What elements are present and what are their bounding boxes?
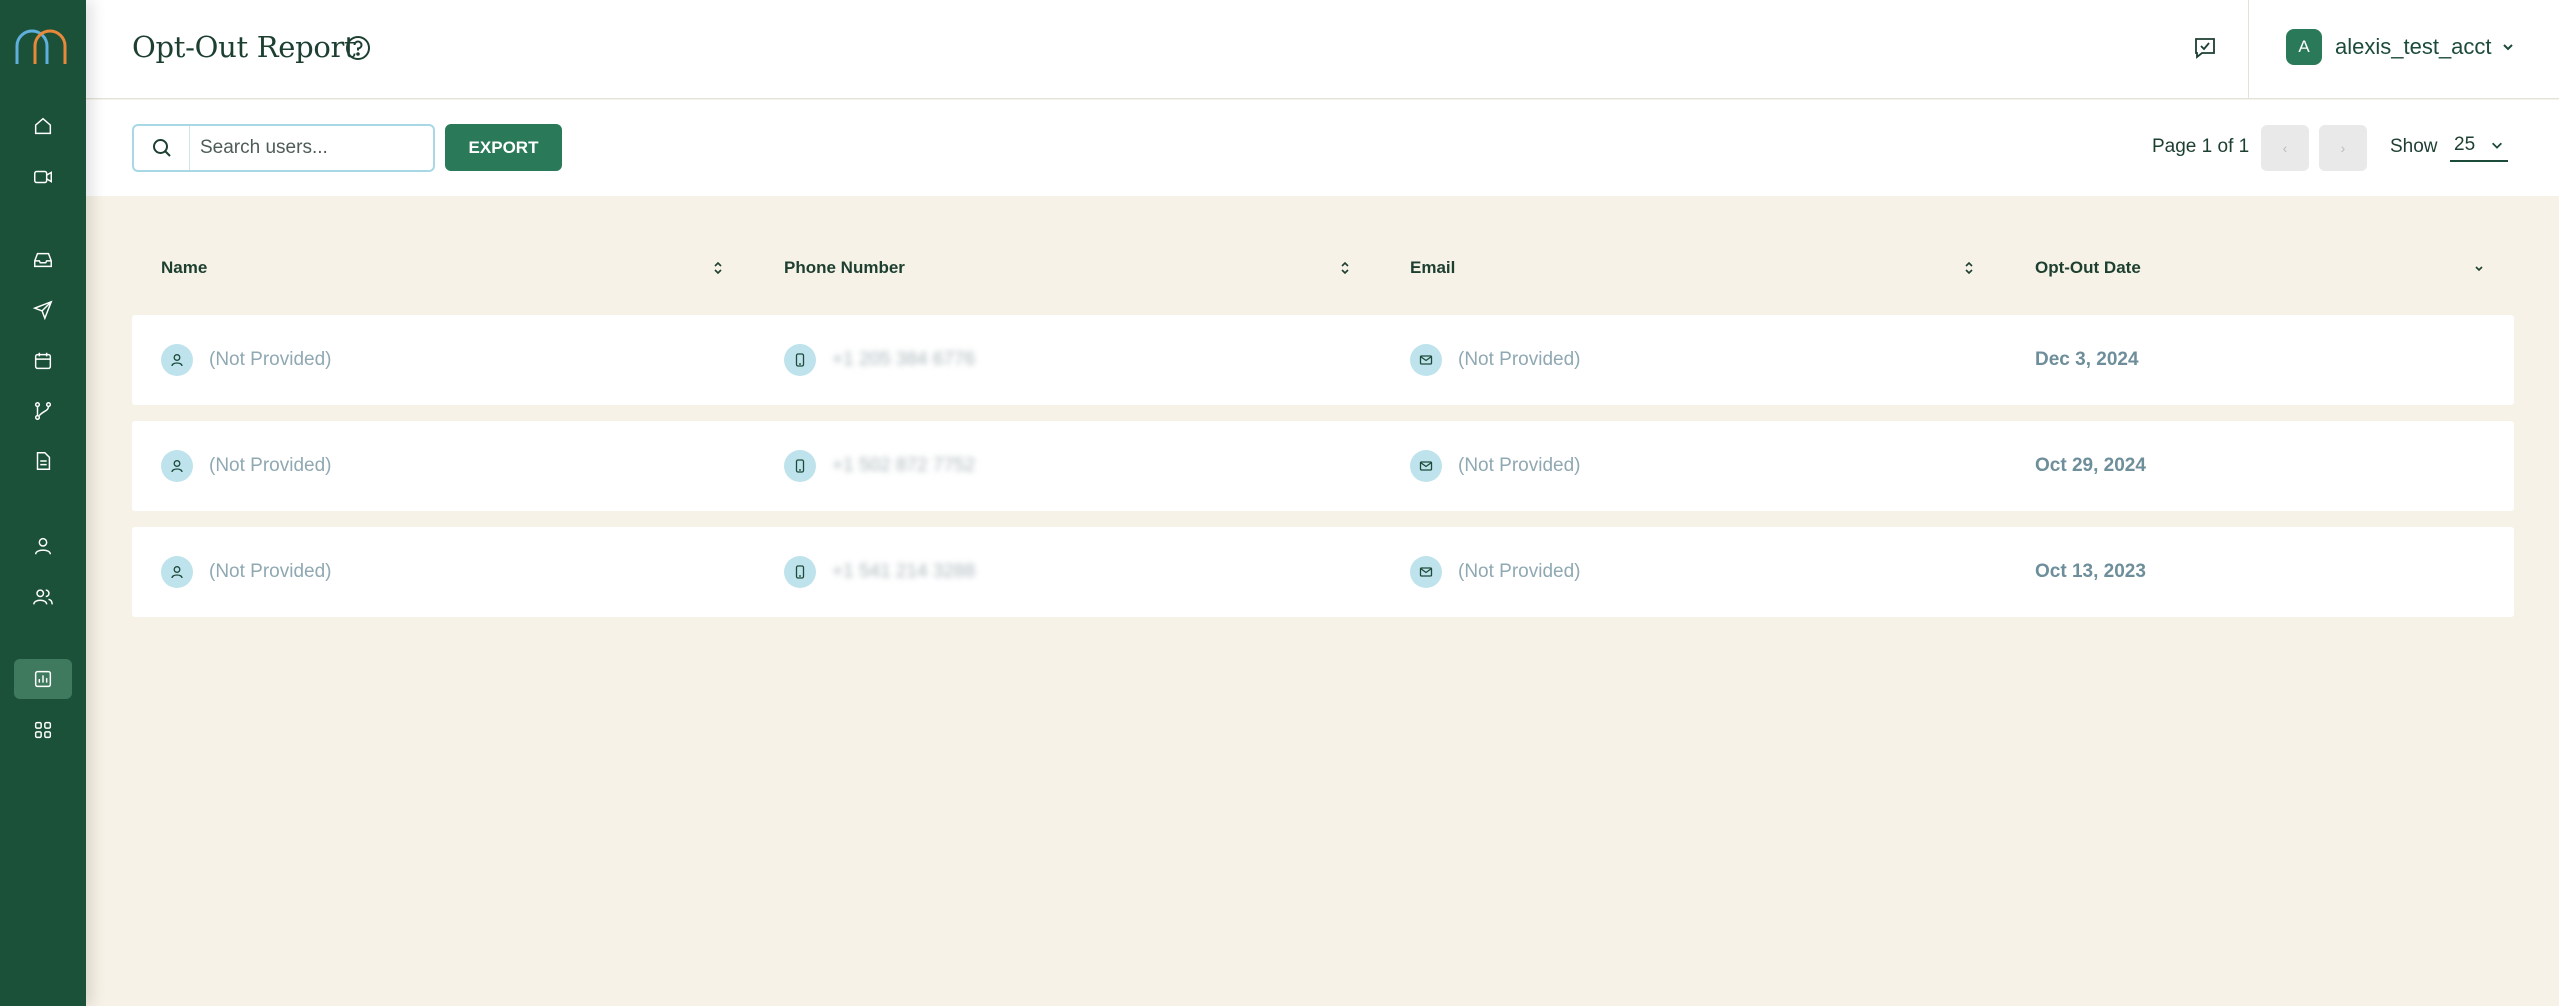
workflow-icon (34, 402, 52, 420)
column-header-opt-out-date[interactable]: Opt-Out Date (2035, 240, 2141, 296)
column-header-name[interactable]: Name (161, 240, 207, 296)
sidebar-item-workflow[interactable] (14, 391, 72, 431)
send-icon (32, 300, 53, 321)
email-cell: (Not Provided) (1410, 421, 1581, 511)
page-size-select[interactable]: 25 (2450, 130, 2508, 162)
header: Opt-Out Report A alexis_test_acct (86, 0, 2559, 99)
name-value: (Not Provided) (209, 455, 332, 476)
account-name: alexis_test_acct (2335, 34, 2492, 59)
chart-icon (34, 670, 52, 688)
sidebar-item-send[interactable] (14, 290, 72, 330)
phone-value: +1 502 872 7752 (832, 455, 976, 476)
avatar: A (2286, 29, 2322, 65)
video-icon (34, 170, 52, 184)
page-size-value: 25 (2454, 134, 2476, 155)
sidebar-item-apps[interactable] (14, 710, 72, 750)
header-divider (2248, 0, 2249, 99)
email-icon (1410, 344, 1442, 376)
table-row[interactable]: (Not Provided) +1 541 214 3288 (Not Prov… (132, 527, 2514, 617)
home-icon (34, 117, 52, 135)
next-page-button[interactable]: › (2319, 125, 2367, 171)
toolbar: EXPORT Page 1 of 1 ‹ › Show 25 (86, 100, 2559, 196)
phone-cell: +1 205 384 6776 (784, 315, 975, 405)
email-value: (Not Provided) (1458, 349, 1581, 370)
sidebar-item-home[interactable] (14, 106, 72, 146)
page-title: Opt-Out Report (132, 30, 356, 64)
user-icon (34, 537, 52, 555)
sidebar (0, 0, 86, 1006)
chevron-down-icon (2492, 142, 2502, 149)
date-value: Oct 13, 2023 (2035, 561, 2146, 582)
page-info: Page 1 of 1 (2152, 136, 2250, 157)
feedback-icon[interactable] (2192, 35, 2218, 61)
phone-value: +1 541 214 3288 (832, 561, 976, 582)
chevron-down-icon (2502, 44, 2513, 51)
calendar-icon (34, 352, 52, 370)
phone-cell: +1 502 872 7752 (784, 421, 975, 511)
column-header-email[interactable]: Email (1410, 240, 1455, 296)
users-icon (33, 589, 53, 605)
search-icon[interactable] (134, 126, 190, 170)
user-icon (161, 556, 193, 588)
document-icon (36, 452, 51, 470)
name-cell: (Not Provided) (161, 315, 332, 405)
table-row[interactable]: (Not Provided) +1 205 384 6776 (Not Prov… (132, 315, 2514, 405)
search-input[interactable] (190, 137, 430, 159)
user-icon (161, 344, 193, 376)
sidebar-item-reports[interactable] (14, 659, 72, 699)
sidebar-item-calendar[interactable] (14, 341, 72, 381)
inbox-icon (34, 252, 52, 268)
user-icon (161, 450, 193, 482)
date-cell: Dec 3, 2024 (2035, 315, 2139, 405)
phone-icon (784, 450, 816, 482)
name-cell: (Not Provided) (161, 421, 332, 511)
sidebar-item-user[interactable] (14, 526, 72, 566)
sort-icon[interactable] (1962, 260, 1976, 276)
sidebar-item-document[interactable] (14, 441, 72, 481)
phone-cell: +1 541 214 3288 (784, 527, 975, 617)
email-value: (Not Provided) (1458, 561, 1581, 582)
sort-icon[interactable] (1338, 260, 1352, 276)
date-cell: Oct 13, 2023 (2035, 527, 2146, 617)
show-label: Show (2390, 136, 2438, 157)
export-button[interactable]: EXPORT (445, 124, 562, 171)
prev-page-button[interactable]: ‹ (2261, 125, 2309, 171)
date-cell: Oct 29, 2024 (2035, 421, 2146, 511)
sidebar-item-inbox[interactable] (14, 240, 72, 280)
sort-desc-icon[interactable] (2472, 260, 2486, 276)
date-value: Oct 29, 2024 (2035, 455, 2146, 476)
account-menu[interactable]: A alexis_test_acct (2286, 27, 2516, 67)
email-icon (1410, 556, 1442, 588)
email-cell: (Not Provided) (1410, 527, 1581, 617)
email-value: (Not Provided) (1458, 455, 1581, 476)
sidebar-item-video[interactable] (14, 157, 72, 197)
table-header: Name Phone Number Email Opt-Out Date (132, 240, 2514, 296)
search-box (132, 124, 435, 172)
logo[interactable] (11, 20, 71, 70)
phone-value: +1 205 384 6776 (832, 349, 976, 370)
email-cell: (Not Provided) (1410, 315, 1581, 405)
phone-icon (784, 556, 816, 588)
help-icon[interactable] (344, 34, 372, 62)
grid-icon (34, 721, 52, 739)
column-header-phone[interactable]: Phone Number (784, 240, 905, 296)
name-value: (Not Provided) (209, 349, 332, 370)
phone-icon (784, 344, 816, 376)
table-row[interactable]: (Not Provided) +1 502 872 7752 (Not Prov… (132, 421, 2514, 511)
name-value: (Not Provided) (209, 561, 332, 582)
date-value: Dec 3, 2024 (2035, 349, 2139, 370)
sidebar-item-users[interactable] (14, 577, 72, 617)
name-cell: (Not Provided) (161, 527, 332, 617)
sort-icon[interactable] (711, 260, 725, 276)
email-icon (1410, 450, 1442, 482)
